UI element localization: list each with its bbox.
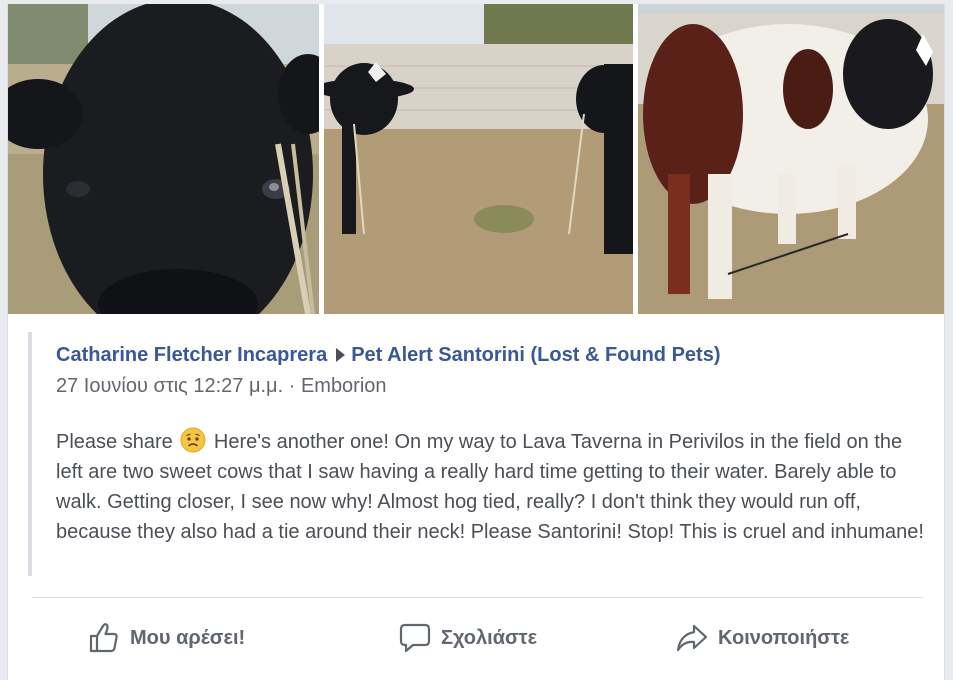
- post-actions: Μου αρέσει! Σχολιάστε Κοινοποιήστε: [8, 604, 944, 670]
- right-triangle-icon: [336, 348, 346, 362]
- author-link[interactable]: Catharine Fletcher Incaprera: [56, 344, 327, 366]
- post-header: Catharine Fletcher Incaprera Pet Alert Sa…: [56, 344, 721, 367]
- black-cow-closeup-photo[interactable]: [8, 4, 319, 314]
- thumbs-up-icon: [89, 623, 118, 653]
- share-button[interactable]: Κοινοποιήστε: [674, 618, 849, 658]
- share-label: Κοινοποιήστε: [718, 626, 850, 649]
- group-link[interactable]: Pet Alert Santorini (Lost & Found Pets): [351, 344, 720, 366]
- comment-button[interactable]: Σχολιάστε: [397, 618, 537, 658]
- black-white-cow-photo[interactable]: [638, 4, 944, 314]
- post-timestamp[interactable]: 27 Ιουνίου στις 12:27 μ.μ.: [56, 375, 283, 397]
- like-label: Μου αρέσει!: [130, 626, 246, 649]
- actions-divider: [32, 597, 923, 598]
- post-location[interactable]: Emborion: [301, 375, 387, 397]
- post-card: Catharine Fletcher Incaprera Pet Alert Sa…: [7, 4, 945, 680]
- comment-bubble-icon: [399, 623, 431, 653]
- post-text-start: Please share: [56, 431, 173, 453]
- comment-label: Σχολιάστε: [441, 626, 538, 649]
- share-arrow-icon: [676, 624, 708, 652]
- two-cows-by-wall-photo[interactable]: [324, 4, 633, 314]
- post-meta: 27 Ιουνίου στις 12:27 μ.μ. · Emborion: [56, 375, 387, 398]
- meta-separator: ·: [288, 375, 296, 397]
- worried-face-icon: [180, 427, 206, 453]
- like-button[interactable]: Μου αρέσει!: [86, 618, 245, 658]
- shared-post-quote: Catharine Fletcher Incaprera Pet Alert Sa…: [28, 332, 928, 576]
- photo-collage: [8, 4, 944, 314]
- post-body: Please share Here's another one! On my w…: [56, 427, 926, 547]
